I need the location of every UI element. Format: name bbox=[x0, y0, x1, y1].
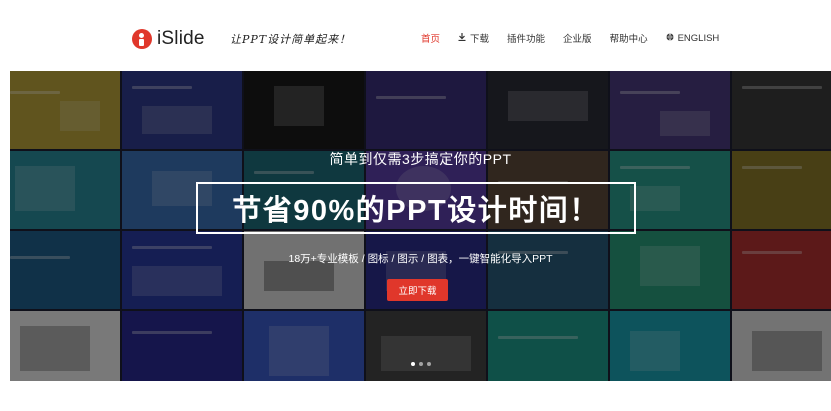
nav-item-label: 首页 bbox=[421, 34, 441, 45]
nav-item-enterprise[interactable]: 企业版 bbox=[563, 31, 592, 45]
nav-item-features[interactable]: 插件功能 bbox=[507, 31, 545, 45]
nav-item-label: 企业版 bbox=[563, 34, 592, 45]
page-left-margin bbox=[0, 0, 10, 411]
islide-logo-icon bbox=[132, 29, 152, 49]
content-area-start bbox=[10, 381, 831, 411]
carousel-dot-3[interactable] bbox=[426, 362, 431, 366]
carousel-indicators bbox=[10, 362, 831, 366]
carousel-dot-2[interactable] bbox=[418, 362, 423, 366]
logo[interactable]: iSlide bbox=[132, 26, 205, 52]
download-now-button[interactable]: 立即下载 bbox=[387, 279, 448, 301]
download-icon bbox=[458, 33, 466, 43]
logo-text: iSlide bbox=[157, 28, 205, 49]
hero-title: 节省90%的PPT设计时间！ bbox=[232, 195, 600, 227]
nav-item-help[interactable]: 帮助中心 bbox=[610, 31, 648, 45]
slogan: 让PPT设计简单起来！ bbox=[230, 33, 352, 46]
nav-item-label: 下载 bbox=[470, 34, 490, 45]
carousel-dot-1[interactable] bbox=[410, 362, 415, 366]
hero-subtitle: 简单到仅需3步搞定你的PPT bbox=[329, 151, 512, 167]
hero-banner: 简单到仅需3步搞定你的PPT 节省90%的PPT设计时间！ 18万+专业模板 /… bbox=[10, 71, 831, 381]
nav-item-download[interactable]: 下载 bbox=[458, 31, 489, 45]
globe-icon bbox=[666, 33, 674, 43]
site-header: iSlide 让PPT设计简单起来！ 首页 下载 插件功能 企业版 帮助中心 E… bbox=[10, 0, 831, 72]
nav-item-home[interactable]: 首页 bbox=[421, 31, 440, 45]
hero-title-box: 节省90%的PPT设计时间！ bbox=[196, 182, 636, 234]
nav-item-label: ENGLISH bbox=[677, 32, 720, 44]
nav-item-english[interactable]: ENGLISH bbox=[666, 32, 720, 44]
nav-item-label: 插件功能 bbox=[507, 34, 546, 45]
nav-item-label: 帮助中心 bbox=[609, 34, 648, 45]
main-nav: 首页 下载 插件功能 企业版 帮助中心 ENGLISH bbox=[421, 28, 737, 48]
hero-description: 18万+专业模板 / 图标 / 图示 / 图表，一键智能化导入PPT bbox=[288, 253, 553, 265]
